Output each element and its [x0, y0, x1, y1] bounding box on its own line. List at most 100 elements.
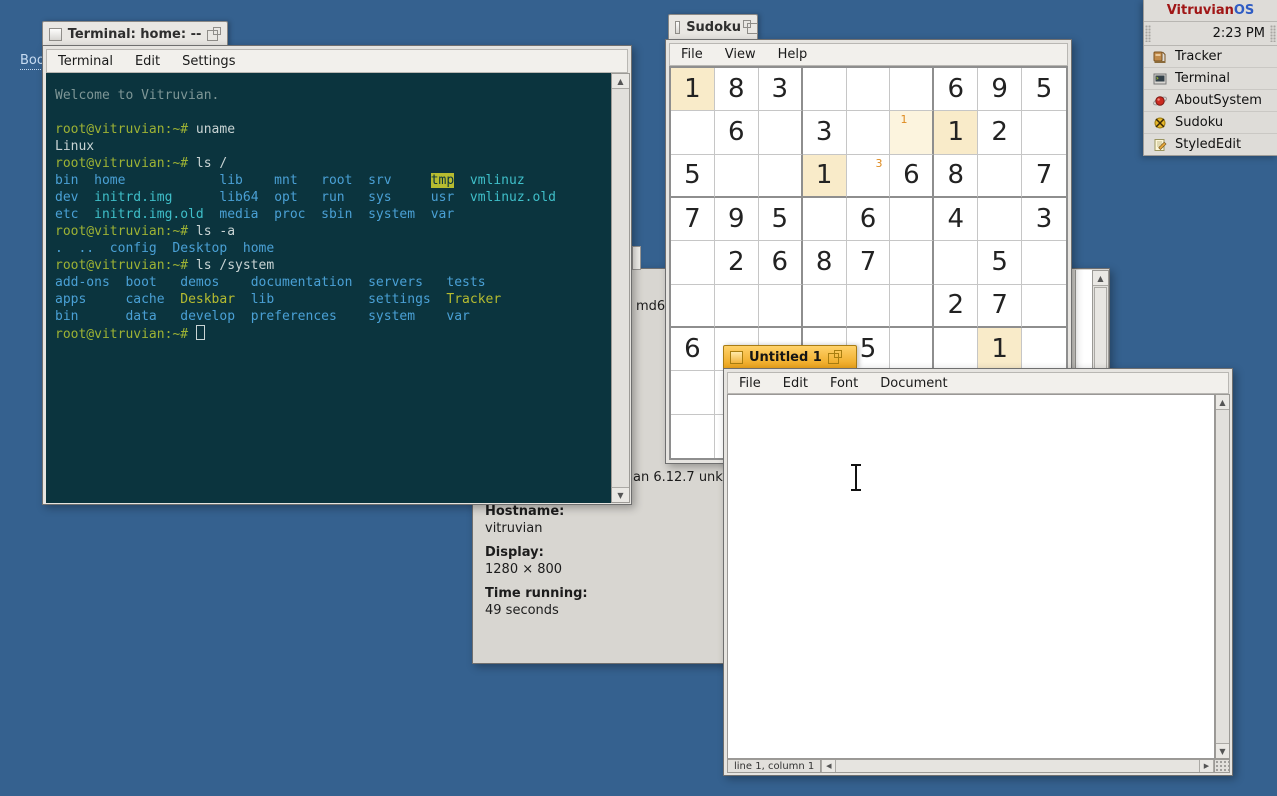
- close-icon[interactable]: [675, 21, 680, 34]
- sudoku-menu-help[interactable]: Help: [767, 47, 819, 62]
- sudoku-cell-r6c9[interactable]: [1022, 285, 1066, 328]
- sudoku-cell-r1c3[interactable]: 3: [759, 68, 803, 111]
- stylededit-window-tab[interactable]: Untitled 1: [723, 345, 857, 368]
- sudoku-cell-r2c4[interactable]: 3: [803, 111, 847, 154]
- stylededit-menu-document[interactable]: Document: [869, 376, 958, 391]
- sudoku-cell-r4c4[interactable]: [803, 198, 847, 241]
- stylededit-menu-file[interactable]: File: [728, 376, 772, 391]
- sudoku-cell-r6c3[interactable]: [759, 285, 803, 328]
- sudoku-cell-r3c5[interactable]: 3: [847, 155, 891, 198]
- sudoku-cell-r2c1[interactable]: [671, 111, 715, 154]
- text-editor-area[interactable]: [727, 394, 1215, 759]
- terminal-menu-settings[interactable]: Settings: [171, 54, 246, 69]
- sudoku-cell-r6c4[interactable]: [803, 285, 847, 328]
- stylededit-window[interactable]: FileEditFontDocument ▲ ▼ line 1, column …: [723, 368, 1233, 776]
- sudoku-cell-r1c8[interactable]: 9: [978, 68, 1022, 111]
- sudoku-cell-r3c6[interactable]: 6: [890, 155, 934, 198]
- sudoku-cell-r4c6[interactable]: [890, 198, 934, 241]
- sudoku-cell-r5c1[interactable]: [671, 241, 715, 284]
- sudoku-cell-r7c7[interactable]: [934, 328, 978, 371]
- sudoku-cell-r7c6[interactable]: [890, 328, 934, 371]
- deskbar-menu-button[interactable]: VitruvianOS: [1144, 0, 1277, 22]
- scroll-down-icon[interactable]: ▼: [612, 487, 629, 502]
- scroll-up-icon[interactable]: ▲: [612, 74, 629, 89]
- sudoku-cell-r3c9[interactable]: 7: [1022, 155, 1066, 198]
- terminal-window-tab[interactable]: Terminal: home: --: [42, 21, 228, 46]
- deskbar-item-terminal[interactable]: Terminal: [1144, 68, 1277, 90]
- sudoku-cell-r3c4[interactable]: 1: [803, 155, 847, 198]
- scroll-left-icon[interactable]: ◀: [821, 760, 836, 772]
- sudoku-cell-r6c8[interactable]: 7: [978, 285, 1022, 328]
- sudoku-cell-r5c9[interactable]: [1022, 241, 1066, 284]
- sudoku-cell-r8c1[interactable]: [671, 371, 715, 414]
- sudoku-cell-r6c2[interactable]: [715, 285, 759, 328]
- zoom-icon[interactable]: [747, 20, 751, 34]
- sudoku-cell-r4c1[interactable]: 7: [671, 198, 715, 241]
- terminal-menu-terminal[interactable]: Terminal: [47, 54, 124, 69]
- sudoku-cell-r3c7[interactable]: 8: [934, 155, 978, 198]
- sudoku-cell-r1c7[interactable]: 6: [934, 68, 978, 111]
- sudoku-cell-r2c3[interactable]: [759, 111, 803, 154]
- stylededit-menu-font[interactable]: Font: [819, 376, 869, 391]
- scroll-down-icon[interactable]: ▼: [1216, 743, 1229, 758]
- terminal-output[interactable]: Welcome to Vitruvian. root@vitruvian:~# …: [46, 73, 611, 503]
- sudoku-cell-r4c7[interactable]: 4: [934, 198, 978, 241]
- sudoku-cell-r4c3[interactable]: 5: [759, 198, 803, 241]
- editor-vertical-scrollbar[interactable]: ▲ ▼: [1215, 394, 1230, 759]
- tray-drag-handle[interactable]: [1145, 25, 1151, 42]
- terminal-window[interactable]: TerminalEditSettings Welcome to Vitruvia…: [42, 45, 632, 505]
- sudoku-cell-r6c5[interactable]: [847, 285, 891, 328]
- deskbar-item-stylededit[interactable]: StyledEdit: [1144, 134, 1277, 155]
- zoom-icon[interactable]: [207, 27, 221, 41]
- deskbar-item-sudoku[interactable]: Sudoku: [1144, 112, 1277, 134]
- scroll-up-icon[interactable]: ▲: [1093, 271, 1108, 286]
- sudoku-cell-r1c2[interactable]: 8: [715, 68, 759, 111]
- sudoku-cell-r7c1[interactable]: 6: [671, 328, 715, 371]
- resize-grip[interactable]: [1214, 760, 1229, 772]
- sudoku-cell-r4c8[interactable]: [978, 198, 1022, 241]
- stylededit-menu-edit[interactable]: Edit: [772, 376, 819, 391]
- sudoku-cell-r5c6[interactable]: [890, 241, 934, 284]
- sudoku-cell-r3c1[interactable]: 5: [671, 155, 715, 198]
- deskbar-item-aboutsystem[interactable]: AboutSystem: [1144, 90, 1277, 112]
- scroll-right-icon[interactable]: ▶: [1199, 760, 1214, 772]
- sudoku-cell-r1c5[interactable]: [847, 68, 891, 111]
- sudoku-cell-r5c8[interactable]: 5: [978, 241, 1022, 284]
- sudoku-cell-r2c5[interactable]: [847, 111, 891, 154]
- sudoku-cell-r3c2[interactable]: [715, 155, 759, 198]
- clock[interactable]: 2:23 PM: [1152, 26, 1269, 41]
- sudoku-cell-r2c2[interactable]: 6: [715, 111, 759, 154]
- sudoku-cell-r4c5[interactable]: 6: [847, 198, 891, 241]
- sudoku-menu-file[interactable]: File: [670, 47, 714, 62]
- sudoku-cell-r5c2[interactable]: 2: [715, 241, 759, 284]
- sudoku-cell-r6c6[interactable]: [890, 285, 934, 328]
- sudoku-cell-r5c3[interactable]: 6: [759, 241, 803, 284]
- sudoku-cell-r4c9[interactable]: 3: [1022, 198, 1066, 241]
- sudoku-cell-r2c9[interactable]: [1022, 111, 1066, 154]
- zoom-icon[interactable]: [828, 350, 842, 364]
- terminal-scrollbar[interactable]: ▲ ▼: [611, 73, 630, 503]
- sudoku-cell-r5c4[interactable]: 8: [803, 241, 847, 284]
- sudoku-cell-r2c6[interactable]: 1: [890, 111, 934, 154]
- sudoku-cell-r5c7[interactable]: [934, 241, 978, 284]
- sudoku-cell-r5c5[interactable]: 7: [847, 241, 891, 284]
- sudoku-menu-view[interactable]: View: [714, 47, 767, 62]
- sudoku-cell-r7c9[interactable]: [1022, 328, 1066, 371]
- horizontal-scrollbar-track[interactable]: [836, 760, 1199, 772]
- sudoku-cell-r1c4[interactable]: [803, 68, 847, 111]
- sudoku-cell-r3c3[interactable]: [759, 155, 803, 198]
- sudoku-cell-r9c1[interactable]: [671, 415, 715, 458]
- deskbar-item-tracker[interactable]: Tracker: [1144, 46, 1277, 68]
- sudoku-window-tab[interactable]: Sudoku: [668, 14, 758, 39]
- sudoku-cell-r1c1[interactable]: 1: [671, 68, 715, 111]
- sudoku-cell-r2c8[interactable]: 2: [978, 111, 1022, 154]
- terminal-menu-edit[interactable]: Edit: [124, 54, 171, 69]
- sudoku-cell-r2c7[interactable]: 1: [934, 111, 978, 154]
- sudoku-cell-r7c8[interactable]: 1: [978, 328, 1022, 371]
- sudoku-cell-r4c2[interactable]: 9: [715, 198, 759, 241]
- close-icon[interactable]: [49, 28, 62, 41]
- scroll-up-icon[interactable]: ▲: [1216, 395, 1229, 410]
- sudoku-cell-r3c8[interactable]: [978, 155, 1022, 198]
- sudoku-cell-r6c7[interactable]: 2: [934, 285, 978, 328]
- sudoku-cell-r1c6[interactable]: [890, 68, 934, 111]
